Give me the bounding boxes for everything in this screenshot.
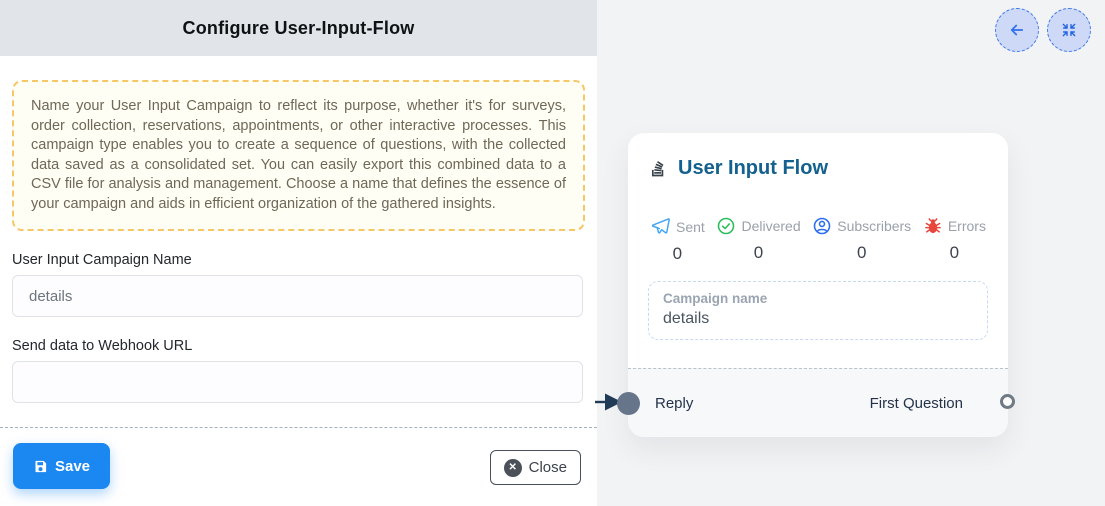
close-icon: ✕ <box>504 459 522 477</box>
node-footer: Reply First Question <box>628 368 1008 437</box>
footer-divider <box>0 427 597 428</box>
close-button[interactable]: ✕ Close <box>490 450 581 485</box>
first-question-output-handle[interactable] <box>1000 394 1015 409</box>
node-body: User Input Flow Sent <box>628 133 1008 340</box>
bug-icon <box>923 216 943 236</box>
panel-footer: Save ✕ Close <box>13 443 581 489</box>
stat-errors-label: Errors <box>948 218 986 234</box>
stat-errors: Errors 0 <box>923 216 986 264</box>
panel-header: Configure User-Input-Flow <box>0 0 597 56</box>
stat-subscribers: Subscribers 0 <box>812 216 911 264</box>
close-button-label: Close <box>529 459 567 476</box>
node-stats-row: Sent 0 Delivered <box>648 216 988 264</box>
stat-delivered-value: 0 <box>754 243 763 263</box>
stat-delivered: Delivered 0 <box>716 216 800 264</box>
check-circle-icon <box>716 216 736 236</box>
node-title-row: User Input Flow <box>648 157 988 180</box>
campaign-name-input[interactable] <box>12 275 583 317</box>
stat-sent-value: 0 <box>673 244 682 264</box>
compress-icon <box>1061 22 1077 38</box>
arrow-left-icon <box>1008 21 1026 39</box>
reply-input-handle[interactable] <box>617 392 640 415</box>
paper-plane-icon <box>650 216 671 237</box>
panel-content: Name your User Input Campaign to reflect… <box>0 56 597 403</box>
first-question-handle-label: First Question <box>870 395 963 412</box>
flow-canvas[interactable]: User Input Flow Sent <box>597 0 1105 506</box>
stat-subscribers-value: 0 <box>857 243 866 263</box>
page-title: Configure User-Input-Flow <box>183 18 415 39</box>
user-circle-icon <box>812 216 832 236</box>
webhook-url-input[interactable] <box>12 361 583 403</box>
campaign-info-note: Name your User Input Campaign to reflect… <box>12 80 585 231</box>
stack-icon <box>648 158 669 179</box>
stat-sent: Sent 0 <box>650 216 705 264</box>
reply-handle-label: Reply <box>655 395 693 412</box>
save-button-label: Save <box>55 458 90 475</box>
webhook-url-label: Send data to Webhook URL <box>12 338 585 354</box>
configure-flow-panel: Configure User-Input-Flow Name your User… <box>0 0 597 506</box>
campaign-name-label: User Input Campaign Name <box>12 252 585 268</box>
stat-sent-label: Sent <box>676 219 705 235</box>
user-input-flow-node[interactable]: User Input Flow Sent <box>628 133 1008 437</box>
node-campaign-name-value: details <box>663 310 973 328</box>
save-button[interactable]: Save <box>13 443 110 489</box>
stat-subscribers-label: Subscribers <box>837 218 911 234</box>
compress-button[interactable] <box>1047 8 1091 52</box>
node-title: User Input Flow <box>678 157 828 180</box>
app-window: Configure User-Input-Flow Name your User… <box>0 0 1105 506</box>
node-campaign-name-field[interactable]: Campaign name details <box>648 281 988 340</box>
stat-errors-value: 0 <box>950 243 959 263</box>
stat-delivered-label: Delivered <box>741 218 800 234</box>
save-icon <box>33 459 48 474</box>
node-campaign-name-label: Campaign name <box>663 291 973 306</box>
back-button[interactable] <box>995 8 1039 52</box>
